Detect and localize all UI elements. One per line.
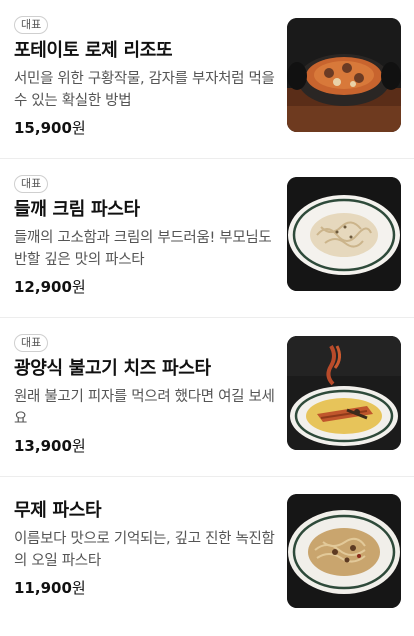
menu-item-name: 포테이토 로제 리조또 — [14, 40, 173, 61]
menu-item-potato-rose-risotto[interactable]: 대표 포테이토 로제 리조또 서민을 위한 구황작물, 감자를 부자처럼 먹을 … — [0, 0, 414, 159]
menu-item-name: 들깨 크림 파스타 — [14, 199, 140, 220]
price-currency: 원 — [71, 278, 86, 296]
oil-pasta-photo-icon — [287, 494, 401, 608]
signature-badge: 대표 — [14, 175, 49, 193]
menu-item-text: 대표 포테이토 로제 리조또 서민을 위한 구황작물, 감자를 부자처럼 먹을 … — [14, 13, 276, 138]
menu-item-description: 원래 불고기 피자를 먹으려 했다면 여길 보세요 — [14, 389, 275, 427]
menu-item-muje-pasta[interactable]: 무제 파스타 이름보다 맛으로 기억되는, 깊고 진한 녹진함의 오일 파스타 … — [0, 477, 414, 636]
price-currency: 원 — [71, 119, 86, 137]
menu-item-text: 대표 광양식 불고기 치즈 파스타 원래 불고기 피자를 먹으려 했다면 여길 … — [14, 331, 276, 456]
menu-item-name: 무제 파스타 — [14, 500, 102, 521]
menu-item-price: 11,900원 — [14, 578, 276, 598]
menu-item-description: 이름보다 맛으로 기억되는, 깊고 진한 녹진함의 오일 파스타 — [14, 531, 275, 569]
price-value: 15,900 — [14, 119, 72, 137]
price-value: 13,900 — [14, 437, 72, 455]
menu-item-photo[interactable] — [287, 177, 401, 291]
perilla-cream-pasta-photo-icon — [287, 177, 401, 291]
menu-item-bulgogi-cheese-pasta[interactable]: 대표 광양식 불고기 치즈 파스타 원래 불고기 피자를 먹으려 했다면 여길 … — [0, 318, 414, 477]
menu-item-photo[interactable] — [287, 18, 401, 132]
price-value: 11,900 — [14, 579, 72, 597]
menu-item-description: 서민을 위한 구황작물, 감자를 부자처럼 먹을 수 있는 확실한 방법 — [14, 71, 275, 109]
menu-item-price: 13,900원 — [14, 436, 276, 456]
signature-badge: 대표 — [14, 16, 49, 34]
price-currency: 원 — [71, 437, 86, 455]
menu-item-price: 15,900원 — [14, 118, 276, 138]
menu-item-perilla-cream-pasta[interactable]: 대표 들깨 크림 파스타 들깨의 고소함과 크림의 부드러움! 부모님도 반할 … — [0, 159, 414, 318]
menu-item-photo[interactable] — [287, 336, 401, 450]
menu-item-text: 대표 들깨 크림 파스타 들깨의 고소함과 크림의 부드러움! 부모님도 반할 … — [14, 172, 276, 297]
bulgogi-cheese-pasta-photo-icon — [287, 336, 401, 450]
menu-item-price: 12,900원 — [14, 277, 276, 297]
menu-item-description: 들깨의 고소함과 크림의 부드러움! 부모님도 반할 깊은 맛의 파스타 — [14, 230, 272, 268]
menu-item-photo[interactable] — [287, 494, 401, 608]
signature-badge: 대표 — [14, 334, 49, 352]
menu-item-text: 무제 파스타 이름보다 맛으로 기억되는, 깊고 진한 녹진함의 오일 파스타 … — [14, 499, 276, 598]
risotto-photo-icon — [287, 18, 401, 132]
menu-list: 대표 포테이토 로제 리조또 서민을 위한 구황작물, 감자를 부자처럼 먹을 … — [0, 0, 414, 636]
price-value: 12,900 — [14, 278, 72, 296]
price-currency: 원 — [71, 579, 86, 597]
menu-item-name: 광양식 불고기 치즈 파스타 — [14, 358, 211, 379]
